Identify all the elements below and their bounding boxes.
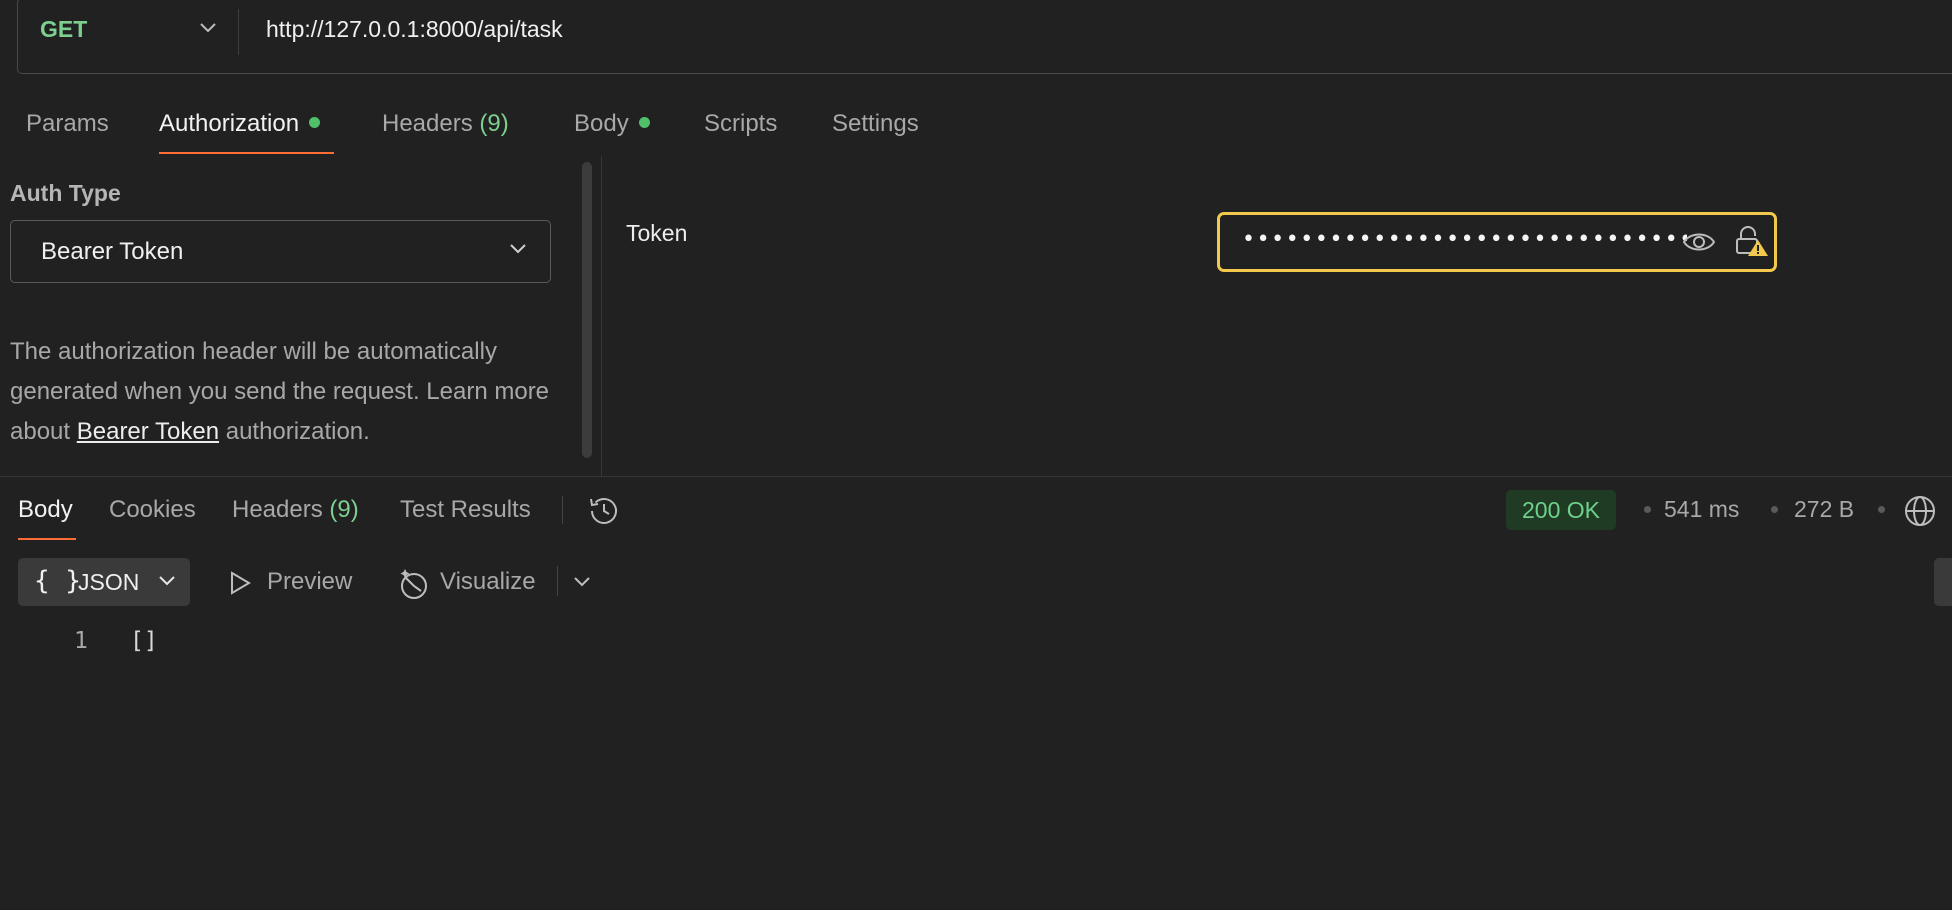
modified-dot bbox=[638, 117, 650, 128]
tab-label: Params bbox=[26, 110, 109, 137]
response-time[interactable]: 541 ms bbox=[1664, 496, 1739, 523]
tab-body[interactable]: Body bbox=[574, 100, 650, 156]
tab-label: Scripts bbox=[704, 110, 778, 137]
token-label: Token bbox=[626, 220, 688, 246]
preview-button[interactable]: Preview bbox=[267, 568, 352, 596]
url-divider bbox=[238, 9, 239, 55]
response-tab-test-results[interactable]: Test Results bbox=[400, 496, 531, 524]
auth-type-select[interactable]: Bearer Token bbox=[10, 220, 551, 283]
response-tab-headers[interactable]: Headers (9) bbox=[232, 496, 359, 524]
lock-warning-icon[interactable] bbox=[1735, 225, 1769, 257]
format-select-json[interactable]: { } JSON bbox=[18, 558, 190, 606]
toolbar-separator bbox=[557, 566, 558, 596]
auth-type-label: Auth Type bbox=[10, 180, 121, 206]
tab-label: Headers bbox=[382, 110, 473, 137]
tab-label: Settings bbox=[832, 110, 919, 137]
chevron-down-icon bbox=[159, 576, 175, 586]
request-response-divider[interactable] bbox=[0, 476, 1952, 477]
tab-authorization[interactable]: Authorization bbox=[159, 100, 321, 156]
response-tab-cookies[interactable]: Cookies bbox=[109, 496, 196, 524]
meta-separator bbox=[1878, 506, 1885, 513]
chevron-down-icon[interactable] bbox=[198, 21, 218, 35]
history-icon[interactable] bbox=[587, 494, 621, 528]
tab-separator bbox=[562, 496, 563, 524]
status-badge[interactable]: 200 OK bbox=[1506, 490, 1616, 530]
method-select[interactable]: GET bbox=[40, 16, 87, 46]
token-value: •••••••••••••••••••••••••••••••••• bbox=[1242, 227, 1687, 252]
bearer-token-link[interactable]: Bearer Token bbox=[77, 418, 219, 445]
tab-label: Test Results bbox=[400, 496, 531, 523]
tab-label: Cookies bbox=[109, 496, 196, 523]
tab-count: (9) bbox=[329, 496, 359, 523]
active-tab-underline bbox=[18, 538, 76, 540]
auth-type-value: Bearer Token bbox=[41, 238, 184, 265]
play-icon[interactable] bbox=[228, 570, 252, 596]
response-size[interactable]: 272 B bbox=[1794, 496, 1854, 523]
more-options-button[interactable] bbox=[1934, 558, 1952, 606]
tab-params[interactable]: Params bbox=[26, 100, 109, 156]
url-bar: GET http://127.0.0.1:8000/api/task bbox=[17, 0, 1952, 74]
tab-count: (9) bbox=[479, 110, 509, 137]
visualize-button[interactable]: Visualize bbox=[440, 568, 536, 596]
response-body-code[interactable]: [] bbox=[130, 628, 158, 654]
tab-label: Body bbox=[574, 110, 629, 137]
request-tabs: Params Authorization Headers (9) Body Sc… bbox=[0, 100, 1000, 156]
panel-divider[interactable] bbox=[601, 156, 602, 476]
active-tab-underline bbox=[159, 152, 334, 154]
tab-headers[interactable]: Headers (9) bbox=[382, 100, 509, 156]
braces-icon: { } bbox=[34, 566, 81, 596]
panel-scrollbar[interactable] bbox=[582, 162, 592, 458]
token-input[interactable]: •••••••••••••••••••••••••••••••••• bbox=[1217, 212, 1777, 272]
meta-separator bbox=[1771, 506, 1778, 513]
tab-scripts[interactable]: Scripts bbox=[704, 100, 777, 156]
meta-separator bbox=[1644, 506, 1651, 513]
modified-dot bbox=[309, 117, 321, 128]
chevron-down-icon[interactable] bbox=[572, 575, 592, 589]
url-input[interactable]: http://127.0.0.1:8000/api/task bbox=[266, 16, 563, 43]
tab-settings[interactable]: Settings bbox=[832, 100, 919, 156]
globe-icon[interactable] bbox=[1903, 494, 1937, 528]
line-number: 1 bbox=[74, 628, 88, 654]
format-label: JSON bbox=[78, 569, 140, 595]
auth-description-text: authorization. bbox=[219, 418, 370, 445]
visualize-icon[interactable] bbox=[397, 567, 431, 601]
tab-label: Authorization bbox=[159, 110, 300, 137]
chevron-down-icon bbox=[510, 244, 526, 254]
tab-label: Headers bbox=[232, 496, 323, 523]
auth-description: The authorization header will be automat… bbox=[10, 332, 550, 452]
tab-label: Body bbox=[18, 496, 73, 523]
response-tab-body[interactable]: Body bbox=[18, 496, 73, 524]
eye-icon[interactable] bbox=[1682, 229, 1716, 255]
